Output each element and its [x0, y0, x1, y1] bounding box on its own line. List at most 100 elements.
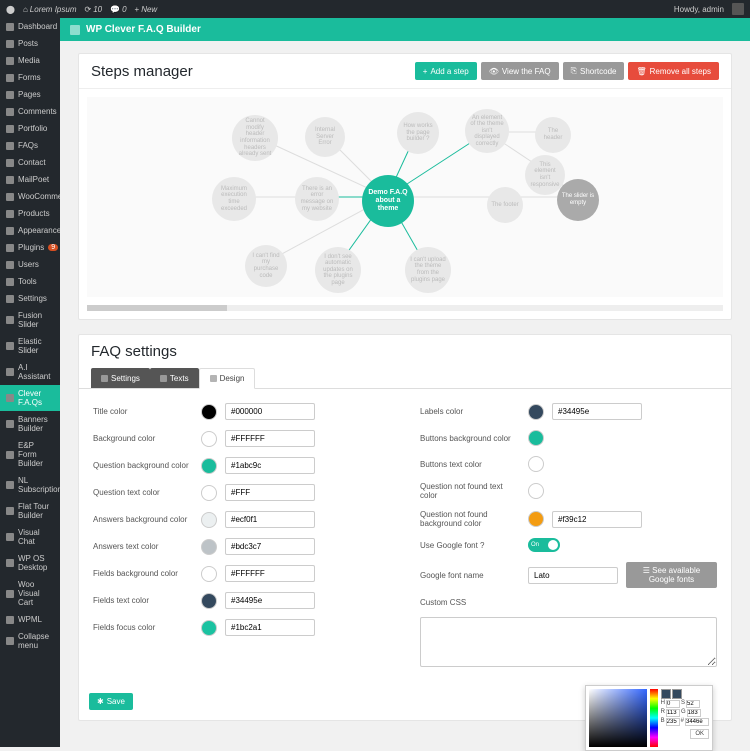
new-content[interactable]: + New [135, 5, 158, 14]
color-input[interactable] [552, 403, 642, 420]
color-input[interactable] [225, 565, 315, 582]
cp-gradient[interactable] [589, 689, 647, 747]
sidebar-item-plugins[interactable]: Plugins9 [0, 239, 60, 256]
color-input[interactable] [225, 511, 315, 528]
node[interactable]: The header [535, 117, 571, 153]
text-icon [160, 375, 167, 382]
color-input[interactable] [225, 619, 315, 636]
sidebar-item-woo-visual-cart[interactable]: Woo Visual Cart [0, 576, 60, 611]
sidebar-item-users[interactable]: Users [0, 256, 60, 273]
cp-r[interactable] [666, 709, 680, 717]
node[interactable]: I don't see automatic updates on the plu… [315, 247, 361, 293]
shortcode-button[interactable]: ⎘ Shortcode [563, 62, 625, 80]
node[interactable]: I can't find my purchase code [245, 245, 287, 287]
color-swatch[interactable] [201, 485, 217, 501]
menu-icon [6, 108, 14, 116]
color-swatch[interactable] [201, 566, 217, 582]
see-fonts-button[interactable]: ☰ See available Google fonts [626, 562, 717, 588]
sidebar-item-portfolio[interactable]: Portfolio [0, 120, 60, 137]
custom-css-textarea[interactable] [420, 617, 717, 667]
wp-logo[interactable]: ⬤ [6, 5, 15, 14]
sidebar-item-wpml[interactable]: WPML [0, 611, 60, 628]
color-swatch[interactable] [201, 512, 217, 528]
color-input[interactable] [225, 403, 315, 420]
tab-texts[interactable]: Texts [150, 368, 199, 388]
tab-design[interactable]: Design [199, 368, 256, 389]
sidebar-item-visual-chat[interactable]: Visual Chat [0, 524, 60, 550]
color-swatch[interactable] [528, 430, 544, 446]
color-input[interactable] [552, 511, 642, 528]
sidebar-item-woocommerce[interactable]: WooCommerce [0, 188, 60, 205]
node[interactable]: Cannot modify header information headers… [232, 115, 278, 161]
color-input[interactable] [225, 592, 315, 609]
color-input[interactable] [225, 457, 315, 474]
font-name-input[interactable] [528, 567, 618, 584]
greeting[interactable]: Howdy, admin [674, 5, 724, 14]
color-swatch[interactable] [201, 404, 217, 420]
comments-count[interactable]: 💬 0 [110, 5, 126, 14]
cp-g[interactable] [687, 709, 701, 717]
sidebar-item-settings[interactable]: Settings [0, 290, 60, 307]
sidebar-item-forms[interactable]: Forms [0, 69, 60, 86]
sidebar-item-media[interactable]: Media [0, 52, 60, 69]
site-name[interactable]: ⌂ Lorem Ipsum [23, 5, 77, 14]
sidebar-item-fusion-slider[interactable]: Fusion Slider [0, 307, 60, 333]
node[interactable]: There is an error message on my website [295, 177, 339, 221]
sidebar-item-wp-os-desktop[interactable]: WP OS Desktop [0, 550, 60, 576]
color-swatch[interactable] [528, 456, 544, 472]
cp-h[interactable] [666, 700, 680, 708]
sidebar-item-posts[interactable]: Posts [0, 35, 60, 52]
avatar[interactable] [732, 3, 744, 15]
canvas-scrollbar[interactable] [87, 305, 723, 311]
color-swatch[interactable] [201, 458, 217, 474]
color-swatch[interactable] [201, 539, 217, 555]
steps-canvas[interactable]: Demo F.A.Q about a theme Cannot modify h… [87, 97, 723, 297]
add-step-button[interactable]: + Add a step [415, 62, 477, 80]
sidebar-item-faqs[interactable]: FAQs [0, 137, 60, 154]
color-swatch[interactable] [201, 620, 217, 636]
node[interactable]: I can't upload the theme from the plugin… [405, 247, 451, 293]
sidebar-item-clever-f-a-qs[interactable]: Clever F.A.Qs [0, 385, 60, 411]
sidebar-item-pages[interactable]: Pages [0, 86, 60, 103]
node[interactable]: Internal Server Error [305, 117, 345, 157]
view-faq-button[interactable]: 👁 View the FAQ [481, 62, 559, 80]
sidebar-item-nl-subscription[interactable]: NL Subscription [0, 472, 60, 498]
save-button[interactable]: ✱ Save [89, 693, 133, 710]
node[interactable]: The slider is empty [557, 179, 599, 221]
cp-s[interactable] [686, 700, 700, 708]
google-font-toggle[interactable]: On [528, 538, 560, 552]
cp-hex[interactable] [685, 718, 709, 726]
color-picker[interactable]: H S R G B # OK [585, 685, 713, 751]
sidebar-item-dashboard[interactable]: Dashboard [0, 18, 60, 35]
sidebar-item-a-i-assistant[interactable]: A.I Assistant [0, 359, 60, 385]
cp-hue[interactable] [650, 689, 658, 747]
node[interactable]: An element of the theme isn't displayed … [465, 109, 509, 153]
sidebar-item-appearance[interactable]: Appearance [0, 222, 60, 239]
sidebar-item-products[interactable]: Products [0, 205, 60, 222]
node[interactable]: Maximum execution time exceeded [212, 177, 256, 221]
node[interactable]: How works the page builder ? [397, 112, 439, 154]
color-swatch[interactable] [528, 511, 544, 527]
sidebar-item-mailpoet[interactable]: MailPoet [0, 171, 60, 188]
color-input[interactable] [225, 430, 315, 447]
color-input[interactable] [225, 484, 315, 501]
node[interactable]: The footer [487, 187, 523, 223]
tab-settings[interactable]: Settings [91, 368, 150, 388]
cp-ok-button[interactable]: OK [690, 729, 709, 739]
sidebar-item-elastic-slider[interactable]: Elastic Slider [0, 333, 60, 359]
sidebar-item-tools[interactable]: Tools [0, 273, 60, 290]
sidebar-item-banners-builder[interactable]: Banners Builder [0, 411, 60, 437]
updates[interactable]: ⟳ 10 [84, 5, 102, 14]
color-swatch[interactable] [201, 431, 217, 447]
sidebar-item-e-p-form-builder[interactable]: E&P Form Builder [0, 437, 60, 472]
color-swatch[interactable] [528, 483, 544, 499]
color-input[interactable] [225, 538, 315, 555]
sidebar-item-contact[interactable]: Contact [0, 154, 60, 171]
remove-all-button[interactable]: 🗑 Remove all steps [628, 62, 719, 80]
cp-b[interactable] [666, 718, 680, 726]
color-swatch[interactable] [201, 593, 217, 609]
sidebar-item-flat-tour-builder[interactable]: Flat Tour Builder [0, 498, 60, 524]
color-swatch[interactable] [528, 404, 544, 420]
node-center[interactable]: Demo F.A.Q about a theme [362, 175, 414, 227]
sidebar-item-comments[interactable]: Comments [0, 103, 60, 120]
